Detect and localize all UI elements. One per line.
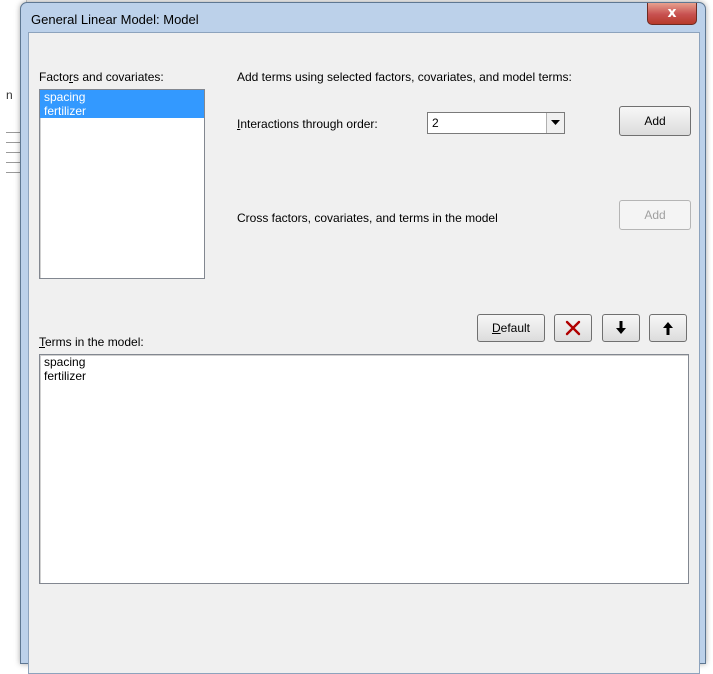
move-up-button[interactable]: [649, 314, 687, 342]
background-tick: [6, 152, 20, 153]
interactions-order-select[interactable]: 2: [427, 112, 565, 134]
title-bar[interactable]: General Linear Model: Model x: [21, 3, 705, 33]
model-dialog: General Linear Model: Model x Factors an…: [20, 2, 706, 674]
dialog-client-area: Factors and covariates: spacing fertiliz…: [28, 32, 700, 674]
delete-term-button[interactable]: [554, 314, 592, 342]
background-tick: [6, 132, 20, 133]
factors-label: Factors and covariates:: [39, 70, 164, 84]
list-item[interactable]: fertilizer: [40, 369, 688, 383]
terms-listbox[interactable]: spacing fertilizer: [39, 354, 689, 584]
cross-label: Cross factors, covariates, and terms in …: [237, 211, 498, 225]
dialog-title: General Linear Model: Model: [31, 12, 199, 27]
list-item[interactable]: fertilizer: [40, 104, 204, 118]
chevron-down-icon[interactable]: [546, 113, 564, 133]
close-icon: x: [667, 5, 677, 21]
background-text: n: [6, 88, 13, 102]
cross-add-button[interactable]: Add: [619, 200, 691, 230]
interactions-label: Interactions through order:: [237, 117, 378, 131]
background-tick: [6, 142, 20, 143]
terms-label: Terms in the model:: [39, 335, 144, 349]
close-button[interactable]: x: [647, 3, 697, 25]
list-item[interactable]: spacing: [40, 355, 688, 369]
move-down-button[interactable]: [602, 314, 640, 342]
default-button[interactable]: Default: [477, 314, 545, 342]
interactions-add-button[interactable]: Add: [619, 106, 691, 136]
interactions-order-value: 2: [432, 116, 439, 130]
list-item[interactable]: spacing: [40, 90, 204, 104]
add-terms-label: Add terms using selected factors, covari…: [237, 70, 572, 84]
background-tick: [6, 172, 20, 173]
background-tick: [6, 162, 20, 163]
factors-listbox[interactable]: spacing fertilizer: [39, 89, 205, 279]
